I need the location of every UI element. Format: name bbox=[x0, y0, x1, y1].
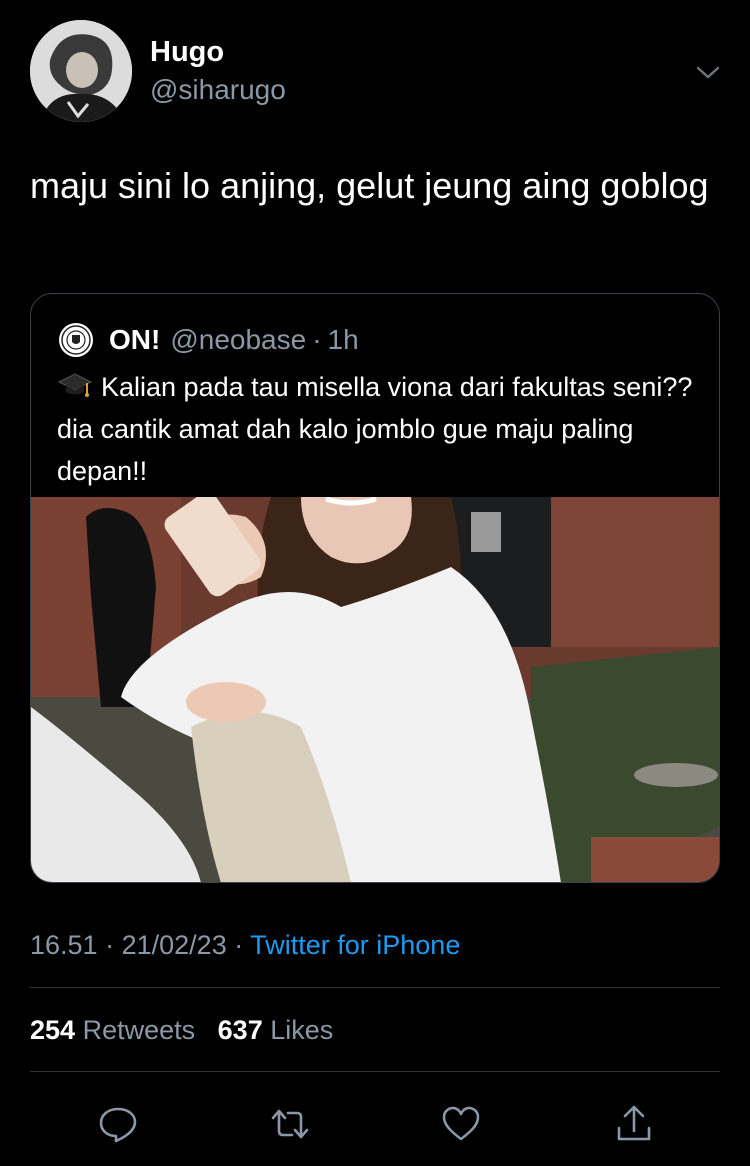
quoted-text-block: Kalian pada tau misella viona dari fakul… bbox=[57, 366, 697, 492]
quoted-tweet-header: ON! @neobase · 1h bbox=[59, 322, 359, 358]
like-icon[interactable] bbox=[441, 1104, 481, 1144]
meta-separator: · bbox=[105, 930, 115, 960]
retweet-icon[interactable] bbox=[270, 1104, 310, 1144]
share-icon[interactable] bbox=[614, 1104, 654, 1144]
quoted-text: Kalian pada tau misella viona dari fakul… bbox=[57, 372, 693, 486]
quoted-avatar bbox=[59, 323, 93, 357]
reply-icon[interactable] bbox=[98, 1104, 138, 1144]
quoted-tweet-card[interactable]: ON! @neobase · 1h Kalian pada tau misell… bbox=[30, 293, 720, 883]
avatar-image bbox=[30, 20, 132, 122]
tweet-stats: 254 Retweets 637 Likes bbox=[30, 1015, 333, 1046]
tweet-text: maju sini lo anjing, gelut jeung aing go… bbox=[30, 165, 709, 206]
crest-icon bbox=[61, 325, 91, 355]
quoted-time: 1h bbox=[327, 324, 359, 355]
likes-count: 637 bbox=[217, 1015, 263, 1045]
quoted-separator: · bbox=[312, 324, 322, 355]
retweets-label: Retweets bbox=[82, 1015, 196, 1045]
tweet-date: 21/02/23 bbox=[121, 930, 227, 960]
tweet-meta: 16.51 · 21/02/23 · Twitter for iPhone bbox=[30, 930, 460, 961]
author-handle[interactable]: @siharugo bbox=[150, 74, 286, 106]
quoted-handle: @neobase bbox=[170, 324, 307, 355]
divider bbox=[30, 1071, 720, 1072]
divider bbox=[30, 987, 720, 988]
retweets-count: 254 bbox=[30, 1015, 76, 1045]
likes-stat[interactable]: 637 Likes bbox=[218, 1015, 334, 1045]
quoted-name: ON! bbox=[109, 324, 161, 355]
tweet-time: 16.51 bbox=[30, 930, 98, 960]
tweet-source-link[interactable]: Twitter for iPhone bbox=[250, 930, 460, 960]
chevron-down-icon[interactable] bbox=[694, 58, 722, 86]
meta-separator: · bbox=[234, 930, 244, 960]
retweets-stat[interactable]: 254 Retweets bbox=[30, 1015, 195, 1045]
quoted-photo[interactable] bbox=[31, 497, 719, 883]
author-name[interactable]: Hugo bbox=[150, 36, 224, 69]
likes-label: Likes bbox=[270, 1015, 334, 1045]
graduation-cap-icon bbox=[57, 373, 93, 397]
avatar[interactable] bbox=[30, 20, 132, 122]
